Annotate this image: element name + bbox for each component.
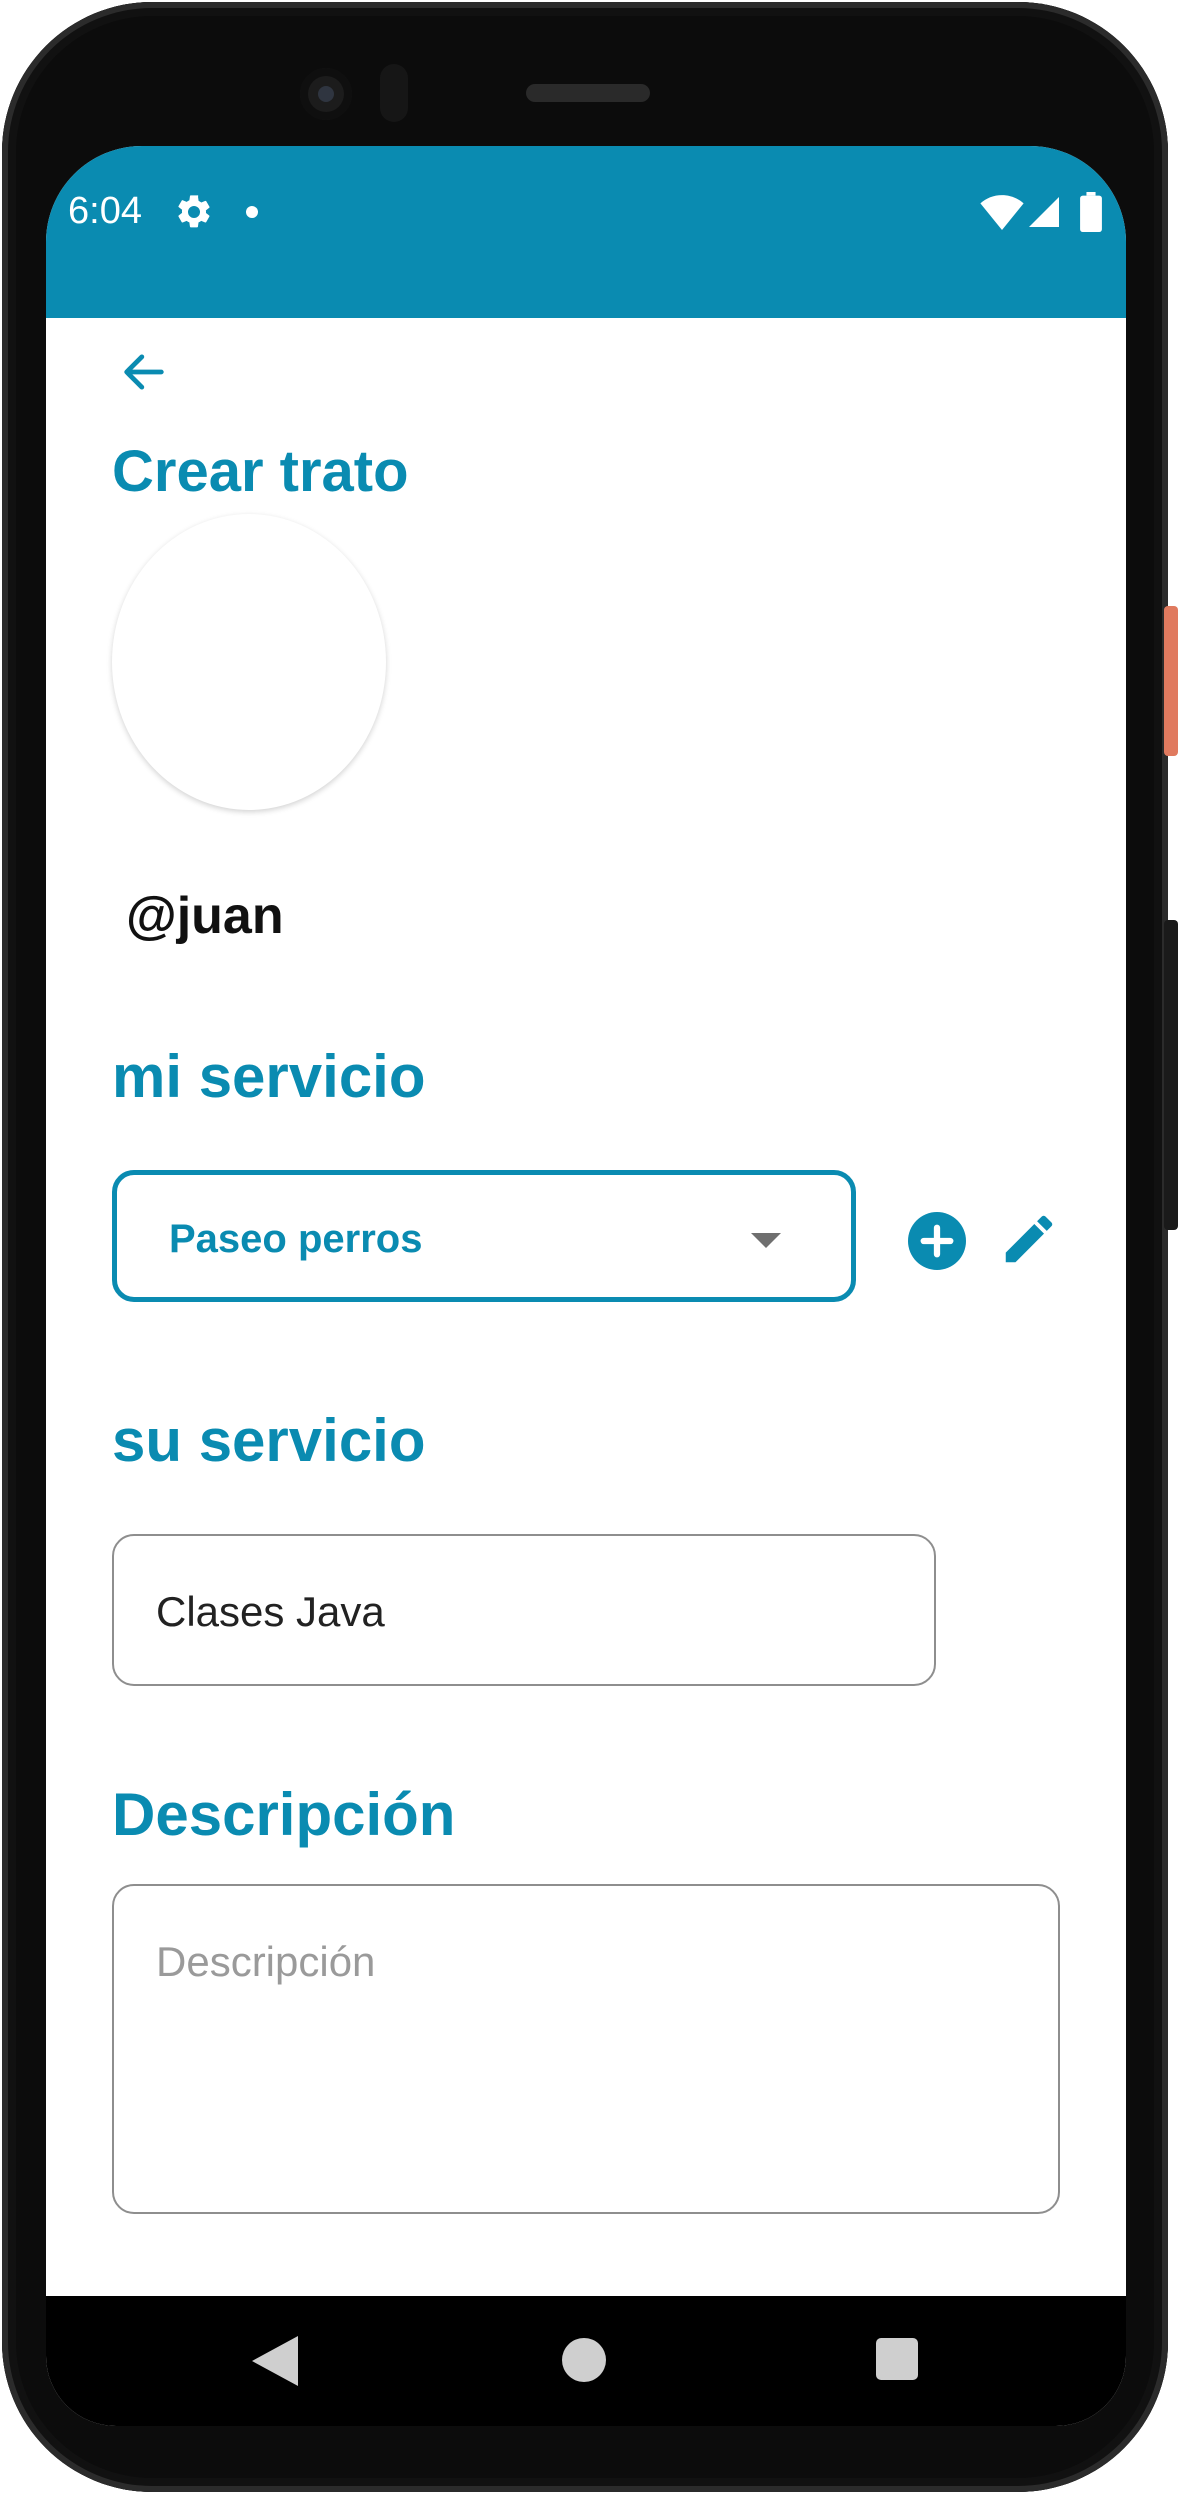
earpiece-speaker [526, 84, 650, 102]
notification-dot-icon [246, 206, 258, 218]
app-screen: 6:04 Crear trato @juan mi servicio Paseo… [46, 146, 1126, 2426]
proximity-sensor [380, 64, 408, 122]
front-camera [300, 68, 352, 120]
pencil-icon[interactable] [998, 1208, 1060, 1270]
su-servicio-field[interactable]: Clases Java [112, 1534, 936, 1686]
page-title: Crear trato [112, 439, 409, 504]
plus-circle-icon[interactable] [908, 1212, 966, 1270]
status-time: 6:04 [68, 190, 142, 232]
status-bar: 6:04 [46, 146, 1126, 318]
wifi-icon [980, 195, 1024, 230]
descripcion-label: Descripción [112, 1781, 456, 1848]
mi-servicio-dropdown[interactable]: Paseo perros [112, 1170, 856, 1302]
mi-servicio-label: mi servicio [112, 1043, 426, 1110]
dropdown-selected-value: Paseo perros [169, 1217, 423, 1261]
volume-button [1164, 920, 1178, 1230]
system-nav-bar [46, 2296, 1126, 2426]
su-servicio-label: su servicio [112, 1407, 426, 1474]
username-label: @juan [126, 887, 284, 945]
back-triangle-icon[interactable] [252, 2336, 298, 2386]
battery-icon [1080, 192, 1102, 232]
device-stage: 6:04 Crear trato @juan mi servicio Paseo… [0, 0, 1178, 2498]
avatar[interactable] [112, 514, 386, 810]
recents-square-icon[interactable] [876, 2338, 918, 2380]
gear-icon [178, 195, 210, 228]
power-button [1164, 606, 1178, 756]
back-button[interactable] [112, 340, 176, 404]
descripcion-placeholder: Descripción [156, 1938, 376, 1985]
su-servicio-value: Clases Java [156, 1588, 385, 1635]
signal-icon [1029, 197, 1059, 227]
descripcion-textarea[interactable]: Descripción [112, 1884, 1060, 2214]
arrow-left-icon [124, 354, 164, 390]
dropdown-arrow-icon [751, 1233, 781, 1248]
home-circle-icon[interactable] [562, 2338, 606, 2382]
